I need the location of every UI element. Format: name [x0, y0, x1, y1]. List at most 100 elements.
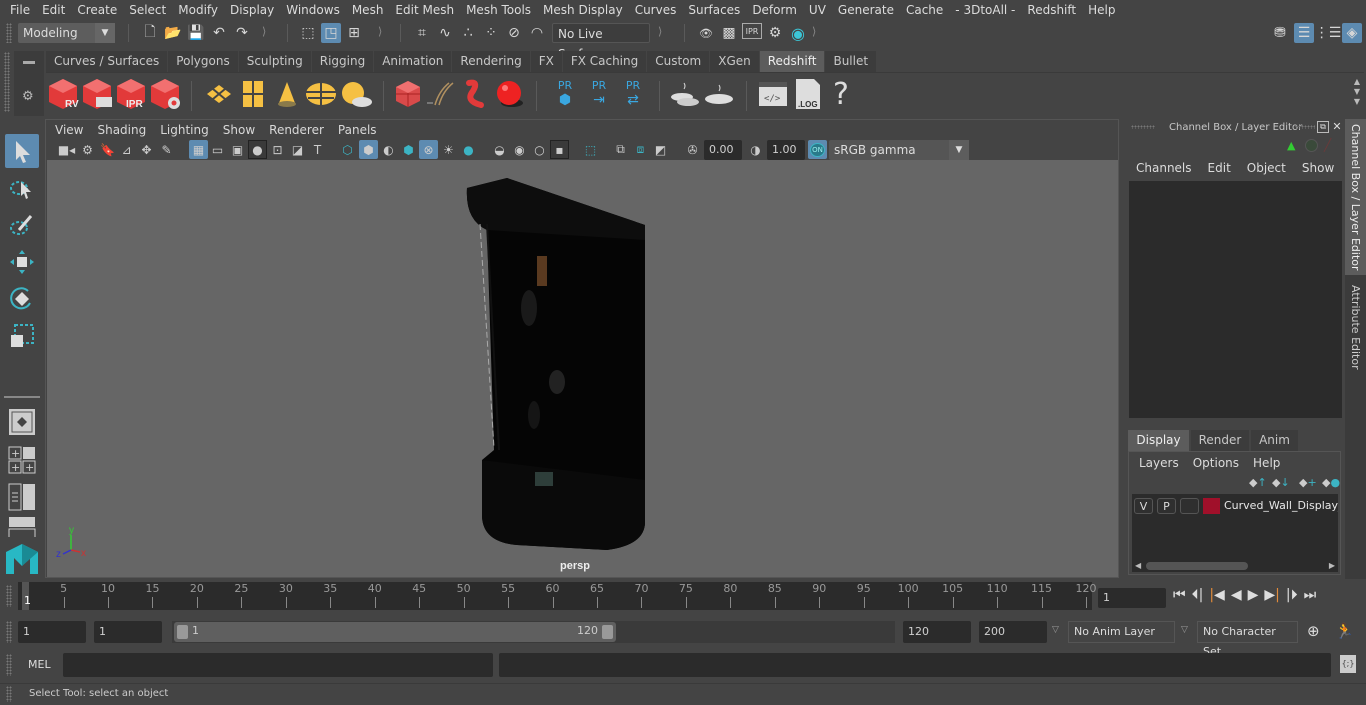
menu-file[interactable]: File: [4, 3, 36, 17]
bookmark-icon[interactable]: 🔖: [98, 140, 117, 159]
menu-edit[interactable]: Edit: [36, 3, 71, 17]
layer-playback-toggle[interactable]: P: [1157, 498, 1176, 514]
redshift-script-button[interactable]: </>: [756, 77, 790, 111]
rotate-tool-button[interactable]: [5, 282, 39, 316]
redshift-hair-button[interactable]: [425, 77, 459, 111]
menu-mesh-tools[interactable]: Mesh Tools: [460, 3, 537, 17]
new-layer-from-selected-icon[interactable]: ◆●: [1322, 476, 1340, 489]
redshift-render-view-button[interactable]: RV: [46, 77, 80, 111]
render-view-icon[interactable]: 👁: [696, 23, 716, 43]
scrollbar-thumb[interactable]: [1146, 562, 1248, 570]
speed-toggle-icon[interactable]: [1305, 139, 1318, 152]
layer-menu-layers[interactable]: Layers: [1139, 456, 1179, 470]
redshift-log-button[interactable]: .LOG: [790, 77, 824, 111]
exposure-icon[interactable]: ✇: [683, 140, 702, 159]
resolution-gate-icon[interactable]: ▣: [228, 140, 247, 159]
menu-generate[interactable]: Generate: [832, 3, 900, 17]
viewport-menu-panels[interactable]: Panels: [331, 123, 384, 137]
shelf-tab-rigging[interactable]: Rigging: [311, 51, 375, 72]
screen-space-ao-icon[interactable]: ◒: [490, 140, 509, 159]
side-tab-channel-box[interactable]: Channel Box / Layer Editor: [1345, 119, 1366, 275]
step-back-key-icon[interactable]: |◀: [1209, 587, 1225, 603]
range-start-handle[interactable]: [177, 625, 188, 639]
channel-menu-edit[interactable]: Edit: [1200, 161, 1239, 175]
panel-grip[interactable]: [1295, 125, 1315, 129]
layer-menu-options[interactable]: Options: [1193, 456, 1239, 470]
viewport-menu-view[interactable]: View: [48, 123, 90, 137]
viewport-menu-lighting[interactable]: Lighting: [153, 123, 216, 137]
redshift-proxy-button[interactable]: [391, 77, 425, 111]
layer-name[interactable]: Curved_Wall_Display_C: [1224, 498, 1338, 514]
single-perspective-layout-button[interactable]: [5, 405, 39, 439]
menu-uv[interactable]: UV: [803, 3, 832, 17]
layer-tab-anim[interactable]: Anim: [1251, 430, 1298, 451]
viewport-menu-renderer[interactable]: Renderer: [262, 123, 331, 137]
use-all-lights-icon[interactable]: ☀: [439, 140, 458, 159]
redo-icon[interactable]: ↷: [232, 23, 252, 43]
menu-deform[interactable]: Deform: [746, 3, 803, 17]
menu-edit-mesh[interactable]: Edit Mesh: [389, 3, 460, 17]
shelf-scroll-arrows[interactable]: ▲ ▼ ▼: [1354, 77, 1360, 107]
anti-aliasing-icon[interactable]: ○: [530, 140, 549, 159]
four-view-layout-button[interactable]: + + +: [5, 443, 39, 477]
snap-to-grid-icon[interactable]: ⌗: [412, 23, 432, 43]
range-slider-bar[interactable]: 1 120: [174, 622, 616, 642]
panel-grip[interactable]: [1131, 125, 1155, 129]
anim-layer-dropdown[interactable]: No Anim Layer: [1068, 621, 1175, 643]
redshift-render-settings-button[interactable]: [148, 77, 182, 111]
new-scene-icon[interactable]: 🗋: [140, 23, 160, 43]
shelf-grip[interactable]: [4, 52, 10, 112]
isolate-select-icon[interactable]: ⬚: [581, 140, 600, 159]
xray-joints-icon[interactable]: ◩: [651, 140, 670, 159]
hypershade-icon[interactable]: ◉: [788, 23, 808, 43]
use-default-material-icon[interactable]: ◐: [379, 140, 398, 159]
collapse-chevron-icon[interactable]: ⟩: [812, 25, 816, 38]
menu-windows[interactable]: Windows: [280, 3, 346, 17]
play-forwards-icon[interactable]: ▶: [1248, 587, 1259, 603]
channel-list[interactable]: [1129, 181, 1342, 418]
viewport-menu-show[interactable]: Show: [216, 123, 262, 137]
pr-export-button[interactable]: PR ⇥: [582, 77, 616, 111]
channel-box-toggle-icon[interactable]: ◈: [1342, 23, 1362, 43]
lasso-select-tool-button[interactable]: [5, 172, 39, 206]
shelf-tab-curves-surfaces[interactable]: Curves / Surfaces: [46, 51, 169, 72]
color-space-dropdown[interactable]: sRGB gamma ▼: [829, 140, 969, 160]
pr-mesh-button[interactable]: PR ⬢: [548, 77, 582, 111]
wireframe-on-shaded-icon[interactable]: ⬢: [399, 140, 418, 159]
select-by-object-icon[interactable]: ◳: [321, 23, 341, 43]
playback-start-field[interactable]: 1: [94, 621, 162, 643]
redshift-area-light-button[interactable]: [202, 77, 236, 111]
menu-display[interactable]: Display: [224, 3, 280, 17]
attribute-editor-toggle-icon[interactable]: ☰: [1294, 23, 1314, 43]
redshift-portal-light-button[interactable]: [236, 77, 270, 111]
shelf-tab-xgen[interactable]: XGen: [710, 51, 760, 72]
step-forward-key-icon[interactable]: ▶|: [1264, 587, 1280, 603]
layer-menu-help[interactable]: Help: [1253, 456, 1280, 470]
range-end-handle[interactable]: [602, 625, 613, 639]
menu-cache[interactable]: Cache: [900, 3, 949, 17]
layer-tab-render[interactable]: Render: [1191, 430, 1249, 451]
layer-display-type-toggle[interactable]: [1180, 498, 1199, 514]
menu-select[interactable]: Select: [123, 3, 172, 17]
safe-title-icon[interactable]: T: [308, 140, 327, 159]
textured-icon[interactable]: ⊗: [419, 140, 438, 159]
pr-swap-button[interactable]: PR ⇄: [616, 77, 650, 111]
move-tool-button[interactable]: [5, 245, 39, 279]
outliner-persp-layout-button[interactable]: [5, 480, 39, 514]
depth-of-field-icon[interactable]: ▪: [550, 140, 569, 159]
go-to-end-icon[interactable]: ⏭: [1304, 587, 1317, 603]
range-slider-grip[interactable]: [6, 621, 12, 643]
menu-surfaces[interactable]: Surfaces: [682, 3, 746, 17]
camera-select-icon[interactable]: ■◂: [57, 140, 76, 159]
layer-row[interactable]: V P Curved_Wall_Display_C: [1132, 498, 1338, 516]
playback-end-field[interactable]: 120: [903, 621, 971, 643]
time-slider-grip[interactable]: [6, 585, 12, 607]
new-layer-icon[interactable]: ◆+: [1299, 476, 1317, 489]
snap-to-point-icon[interactable]: ∴: [458, 23, 478, 43]
scroll-right-arrow-icon[interactable]: ▶: [1329, 561, 1335, 570]
select-by-hierarchy-icon[interactable]: ⬚: [298, 23, 318, 43]
grease-pencil-icon[interactable]: ✎: [157, 140, 176, 159]
gamma-field[interactable]: 1.00: [767, 140, 805, 160]
move-layer-up-icon[interactable]: ◆↑: [1249, 476, 1267, 489]
viewport-menu-shading[interactable]: Shading: [90, 123, 153, 137]
